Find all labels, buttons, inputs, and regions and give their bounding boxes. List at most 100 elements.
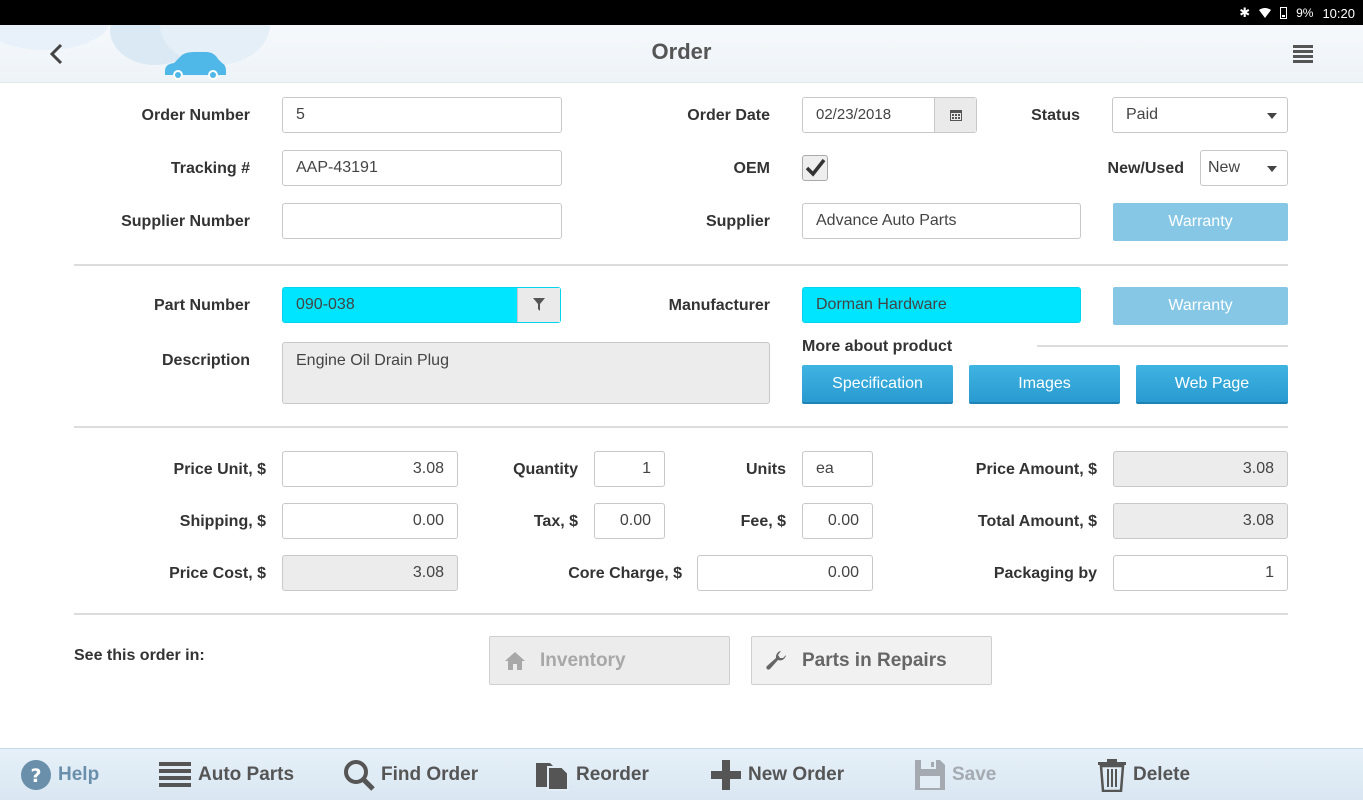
manufacturer-field[interactable]: Dorman Hardware bbox=[802, 287, 1081, 323]
delete-label: Delete bbox=[1133, 764, 1191, 785]
search-icon bbox=[344, 760, 375, 791]
auto-parts-button[interactable]: Auto Parts bbox=[158, 759, 294, 791]
title-bar: Order bbox=[0, 25, 1363, 83]
chevron-down-icon bbox=[1267, 166, 1277, 172]
copy-document-icon bbox=[536, 763, 569, 791]
price-amount-label: Price Amount, $ bbox=[975, 461, 1097, 478]
quantity-field[interactable]: 1 bbox=[594, 451, 665, 487]
order-number-label: Order Number bbox=[141, 107, 250, 124]
see-order-in-label: See this order in: bbox=[74, 647, 205, 664]
new-order-label: New Order bbox=[748, 764, 845, 785]
wrench-icon bbox=[766, 650, 786, 670]
order-date-label: Order Date bbox=[687, 107, 770, 124]
delete-button[interactable]: Delete bbox=[1097, 759, 1191, 792]
save-button[interactable]: Save bbox=[914, 759, 996, 791]
order-date-value: 02/23/2018 bbox=[816, 106, 892, 123]
trash-icon bbox=[1098, 759, 1126, 792]
tax-field[interactable]: 0.00 bbox=[594, 503, 665, 539]
supplier-field[interactable]: Advance Auto Parts bbox=[802, 203, 1081, 239]
tax-label: Tax, $ bbox=[533, 513, 578, 530]
price-amount-field[interactable]: 3.08 bbox=[1113, 451, 1288, 487]
parts-in-repairs-button[interactable]: Parts in Repairs bbox=[751, 636, 992, 685]
supplier-number-field[interactable] bbox=[282, 203, 562, 239]
more-about-label: More about product bbox=[802, 338, 953, 355]
total-amount-label: Total Amount, $ bbox=[977, 513, 1097, 530]
fee-label: Fee, $ bbox=[740, 513, 786, 530]
description-label: Description bbox=[161, 352, 250, 369]
oem-checkbox[interactable] bbox=[802, 155, 828, 181]
status-label: Status bbox=[1031, 107, 1080, 124]
menu-icon[interactable] bbox=[1293, 45, 1313, 63]
divider bbox=[74, 264, 1288, 266]
specification-button[interactable]: Specification bbox=[802, 365, 953, 404]
new-order-button[interactable]: New Order bbox=[710, 759, 844, 791]
price-cost-field[interactable]: 3.08 bbox=[282, 555, 458, 591]
manufacturer-label: Manufacturer bbox=[668, 297, 770, 314]
status-bar: ✱ 9% 10:20 bbox=[0, 0, 1363, 25]
calendar-button[interactable] bbox=[934, 98, 976, 132]
order-number-field[interactable]: 5 bbox=[282, 97, 562, 133]
shipping-label: Shipping, $ bbox=[179, 513, 266, 530]
new-used-label: New/Used bbox=[1107, 160, 1184, 177]
find-order-button[interactable]: Find Order bbox=[343, 759, 478, 791]
bluetooth-icon: ✱ bbox=[1239, 5, 1251, 20]
description-field[interactable]: Engine Oil Drain Plug bbox=[282, 342, 770, 404]
reorder-label: Reorder bbox=[576, 764, 649, 785]
new-used-select[interactable]: New bbox=[1200, 150, 1288, 186]
supplier-warranty-button[interactable]: Warranty bbox=[1113, 203, 1288, 241]
bottom-toolbar: ? Help Auto Parts Find Order Reorder New… bbox=[0, 748, 1363, 800]
divider bbox=[74, 426, 1288, 428]
tracking-label: Tracking # bbox=[170, 160, 250, 177]
svg-text:?: ? bbox=[30, 765, 41, 787]
clock: 10:20 bbox=[1322, 5, 1355, 21]
status-value: Paid bbox=[1126, 106, 1159, 123]
help-icon: ? bbox=[21, 760, 51, 790]
oem-label: OEM bbox=[733, 160, 770, 177]
wifi-icon bbox=[1259, 8, 1272, 18]
plus-icon bbox=[711, 760, 741, 790]
save-label: Save bbox=[952, 764, 997, 785]
help-button[interactable]: ? Help bbox=[20, 759, 99, 791]
packaging-label: Packaging by bbox=[993, 565, 1097, 582]
units-label: Units bbox=[746, 461, 786, 478]
chevron-down-icon bbox=[1267, 113, 1277, 119]
list-icon bbox=[159, 762, 191, 787]
battery-icon bbox=[1280, 7, 1288, 19]
fee-field[interactable]: 0.00 bbox=[802, 503, 873, 539]
reorder-button[interactable]: Reorder bbox=[534, 759, 649, 791]
auto-parts-label: Auto Parts bbox=[198, 764, 295, 785]
battery-percent: 9% bbox=[1296, 6, 1314, 20]
shipping-field[interactable]: 0.00 bbox=[282, 503, 458, 539]
images-button[interactable]: Images bbox=[969, 365, 1120, 404]
web-page-button[interactable]: Web Page bbox=[1136, 365, 1288, 404]
supplier-number-label: Supplier Number bbox=[121, 213, 250, 230]
more-divider bbox=[1037, 345, 1288, 347]
home-icon bbox=[505, 651, 525, 670]
units-field[interactable]: ea bbox=[802, 451, 873, 487]
find-order-label: Find Order bbox=[381, 764, 479, 785]
core-charge-field[interactable]: 0.00 bbox=[697, 555, 873, 591]
price-unit-label: Price Unit, $ bbox=[173, 461, 266, 478]
inventory-button[interactable]: Inventory bbox=[489, 636, 730, 685]
page-title: Order bbox=[651, 39, 712, 64]
packaging-field[interactable]: 1 bbox=[1113, 555, 1288, 591]
status-select[interactable]: Paid bbox=[1112, 97, 1288, 133]
filter-icon bbox=[533, 298, 545, 311]
supplier-label: Supplier bbox=[705, 213, 770, 230]
manufacturer-warranty-button[interactable]: Warranty bbox=[1113, 287, 1288, 325]
price-cost-label: Price Cost, $ bbox=[169, 565, 266, 582]
core-charge-label: Core Charge, $ bbox=[568, 565, 682, 582]
tracking-field[interactable]: AAP-43191 bbox=[282, 150, 562, 186]
parts-in-repairs-label: Parts in Repairs bbox=[802, 649, 947, 671]
new-used-value: New bbox=[1208, 159, 1241, 176]
part-number-label: Part Number bbox=[153, 297, 250, 314]
filter-button[interactable] bbox=[517, 288, 560, 322]
save-disk-icon bbox=[915, 760, 945, 790]
total-amount-field[interactable]: 3.08 bbox=[1113, 503, 1288, 539]
calendar-icon bbox=[949, 110, 962, 121]
checkmark-icon bbox=[805, 158, 826, 177]
divider bbox=[74, 613, 1288, 615]
price-unit-field[interactable]: 3.08 bbox=[282, 451, 458, 487]
inventory-label: Inventory bbox=[540, 649, 626, 671]
quantity-label: Quantity bbox=[513, 461, 578, 478]
